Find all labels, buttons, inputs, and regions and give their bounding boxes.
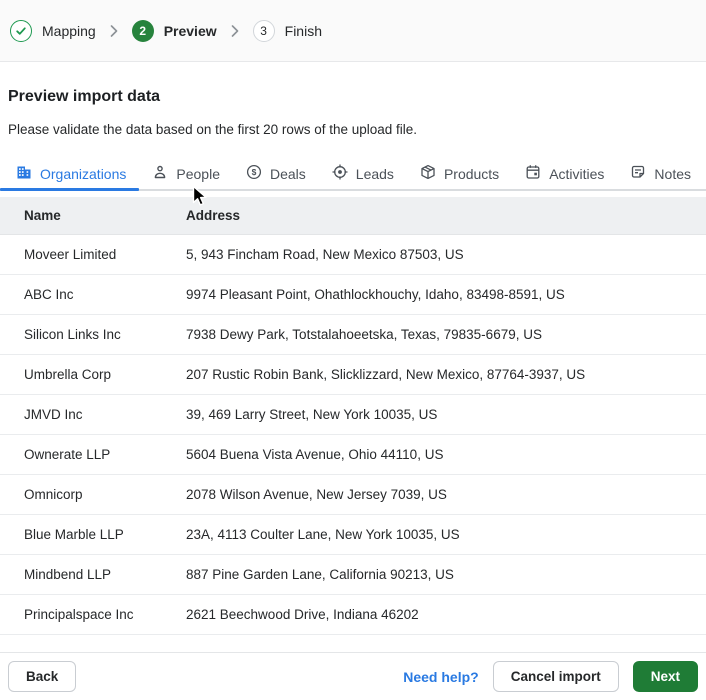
cell-address: 39, 469 Larry Street, New York 10035, US: [186, 394, 706, 435]
cell-address: 23A, 4113 Coulter Lane, New York 10035, …: [186, 514, 706, 555]
footer-bar: Back Need help? Cancel import Next: [0, 652, 706, 700]
cell-name: JMVD Inc: [0, 394, 186, 435]
tab-leads[interactable]: Leads: [319, 158, 407, 189]
tab-products-label: Products: [443, 165, 500, 182]
chevron-right-icon: [110, 24, 118, 37]
svg-text:$: $: [252, 167, 257, 177]
tab-deals-label: Deals: [269, 165, 306, 182]
cancel-import-button[interactable]: Cancel import: [492, 661, 619, 692]
table-row: Ownerate LLP 5604 Buena Vista Avenue, Ohi…: [0, 434, 706, 475]
cell-address: 5, 943 Fincham Road, New Mexico 87503, U…: [186, 234, 706, 275]
cell-name: Umbrella Corp: [0, 354, 186, 395]
step-mapping-label: Mapping: [42, 22, 96, 39]
cell-name: Ownerate LLP: [0, 434, 186, 475]
tab-organizations[interactable]: Organizations: [0, 158, 140, 191]
next-button[interactable]: Next: [632, 661, 698, 692]
tab-people[interactable]: People: [139, 158, 233, 189]
preview-table: Name Address Moveer Limited 5, 943 Fincha…: [0, 197, 706, 635]
cell-address: 7938 Dewy Park, Totstalahoeetska, Texas,…: [186, 314, 706, 355]
cell-address: 5604 Buena Vista Avenue, Ohio 44110, US: [186, 434, 706, 475]
cell-name: Omnicorp: [0, 474, 186, 515]
cell-address: 207 Rustic Robin Bank, Slicklizzard, New…: [186, 354, 706, 395]
chevron-right-icon: [231, 24, 239, 37]
column-header-address: Address: [186, 197, 706, 235]
step-mapping[interactable]: Mapping: [10, 19, 96, 42]
buildings-icon: [16, 164, 32, 183]
cell-name: Mindbend LLP: [0, 554, 186, 595]
step-finish-label: Finish: [284, 22, 322, 39]
person-icon: [152, 164, 168, 183]
page-subtitle: Please validate the data based on the fi…: [8, 122, 418, 137]
table-row: Moveer Limited 5, 943 Fincham Road, New M…: [0, 234, 706, 275]
target-icon: [332, 164, 348, 183]
cell-address: 9974 Pleasant Point, Ohathlockhouchy, Id…: [186, 274, 706, 315]
table-row: Umbrella Corp 207 Rustic Robin Bank, Slic…: [0, 354, 706, 395]
cell-address: 2078 Wilson Avenue, New Jersey 7039, US: [186, 474, 706, 515]
cell-name: ABC Inc: [0, 274, 186, 315]
cell-address: 887 Pine Garden Lane, California 90213, …: [186, 554, 706, 595]
tab-notes-label: Notes: [654, 165, 691, 182]
cell-name: Moveer Limited: [0, 234, 186, 275]
check-circle-icon: [10, 19, 32, 42]
dollar-circle-icon: $: [246, 164, 262, 183]
package-icon: [420, 164, 436, 183]
tab-notes[interactable]: Notes: [617, 158, 704, 189]
table-row: ABC Inc 9974 Pleasant Point, Ohathlockhou…: [0, 274, 706, 315]
tab-leads-label: Leads: [355, 165, 394, 182]
step-preview-label: Preview: [163, 22, 217, 39]
step-3-badge: 3: [252, 19, 275, 42]
table-header-row: Name Address: [0, 197, 706, 235]
table-row: JMVD Inc 39, 469 Larry Street, New York 1…: [0, 394, 706, 435]
entity-tabs: Organizations People $ Deals Leads Produ…: [0, 158, 706, 191]
table-row: Blue Marble LLP 23A, 4113 Coulter Lane, N…: [0, 514, 706, 555]
tab-products[interactable]: Products: [407, 158, 512, 189]
tab-activities-label: Activities: [549, 165, 605, 182]
tab-activities[interactable]: Activities: [512, 158, 617, 189]
page-title: Preview import data: [8, 88, 161, 105]
table-row: Principalspace Inc 2621 Beechwood Drive, …: [0, 594, 706, 635]
table-row: Mindbend LLP 887 Pine Garden Lane, Califo…: [0, 554, 706, 595]
column-header-name: Name: [0, 197, 186, 235]
tab-people-label: People: [176, 165, 220, 182]
cell-address: 2621 Beechwood Drive, Indiana 46202: [186, 594, 706, 635]
table-row: Omnicorp 2078 Wilson Avenue, New Jersey 7…: [0, 474, 706, 515]
cell-name: Silicon Links Inc: [0, 314, 186, 355]
tab-organizations-label: Organizations: [40, 165, 127, 182]
note-icon: [630, 164, 646, 183]
step-finish: 3 Finish: [252, 19, 322, 42]
step-preview[interactable]: 2 Preview: [131, 19, 217, 42]
need-help-link[interactable]: Need help?: [403, 669, 478, 685]
step-2-badge: 2: [131, 19, 154, 42]
cell-name: Principalspace Inc: [0, 594, 186, 635]
cell-name: Blue Marble LLP: [0, 514, 186, 555]
table-row: Silicon Links Inc 7938 Dewy Park, Totstal…: [0, 314, 706, 355]
calendar-icon: [525, 164, 541, 183]
tab-deals[interactable]: $ Deals: [233, 158, 319, 189]
import-stepper: Mapping 2 Preview 3 Finish: [0, 0, 706, 62]
back-button[interactable]: Back: [8, 661, 77, 692]
